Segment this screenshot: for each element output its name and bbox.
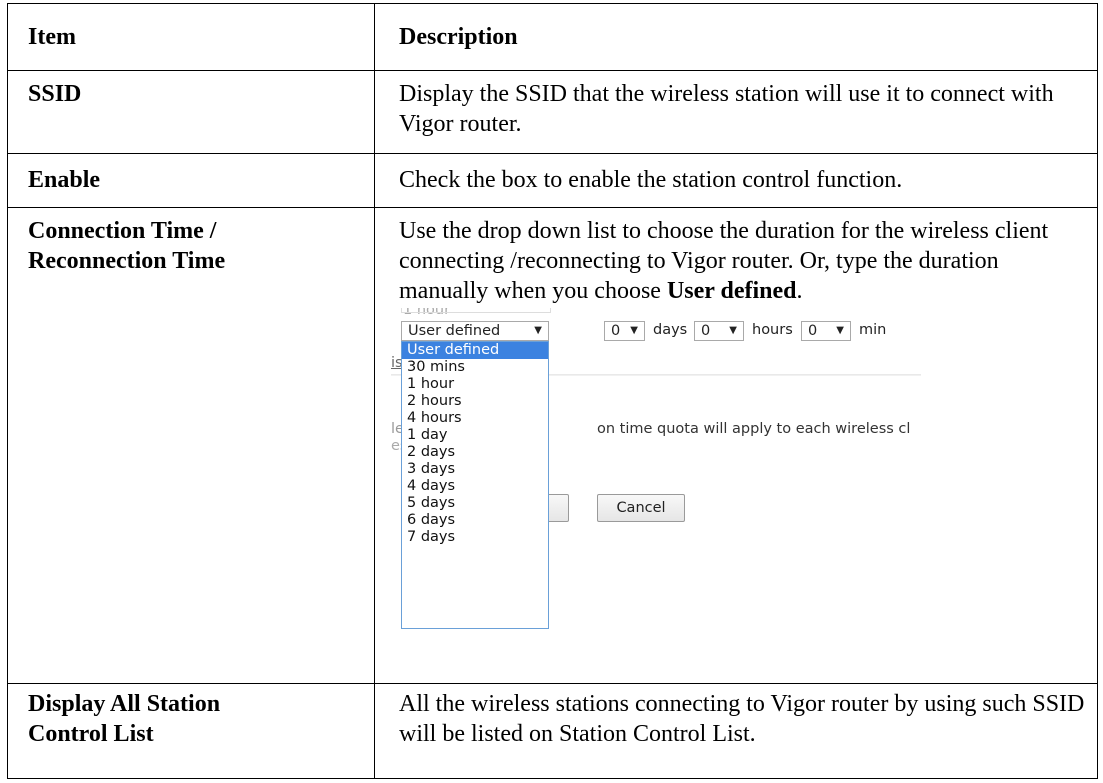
dropdown-arrow-icon: ▼: [729, 325, 737, 336]
header-item: Item: [7, 3, 375, 71]
header-description: Description: [374, 3, 1098, 71]
dropdown-option[interactable]: User defined: [402, 342, 548, 359]
hours-label: hours: [752, 322, 793, 338]
duration-select[interactable]: User defined ▼: [401, 321, 549, 341]
quota-text: on time quota will apply to each wireles…: [597, 421, 911, 437]
table-row: Enable Check the box to enable the stati…: [7, 153, 1098, 208]
table-header-row: Item Description: [7, 3, 1098, 71]
hours-select-value: 0: [701, 323, 711, 339]
dropdown-option[interactable]: 30 mins: [402, 359, 548, 376]
dropdown-option[interactable]: 2 days: [402, 444, 548, 461]
hours-select[interactable]: 0 ▼: [694, 321, 744, 341]
item-connection-time: Connection Time / Reconnection Time: [7, 207, 375, 684]
dropdown-arrow-icon: ▼: [836, 325, 844, 336]
table-row: Connection Time / Reconnection Time Use …: [7, 207, 1098, 684]
min-select-value: 0: [808, 323, 818, 339]
desc-connection-time: Use the drop down list to choose the dur…: [374, 207, 1098, 684]
item-ssid: SSID: [7, 70, 375, 154]
embedded-screenshot: 1 hour User defined ▼ 0 ▼ days 0 ▼ hours: [391, 308, 1081, 680]
desc-enable: Check the box to enable the station cont…: [374, 153, 1098, 208]
table-row: SSID Display the SSID that the wireless …: [7, 70, 1098, 154]
dropdown-option[interactable]: 7 days: [402, 529, 548, 546]
dropdown-option[interactable]: 3 days: [402, 461, 548, 478]
description-table: Item Description SSID Display the SSID t…: [7, 3, 1098, 779]
table-row: Display All Station Control List All the…: [7, 683, 1098, 779]
cancel-button[interactable]: Cancel: [597, 494, 685, 522]
item-connection-line2: Reconnection Time: [28, 248, 226, 274]
days-select[interactable]: 0 ▼: [604, 321, 645, 341]
item-display-line1: Display All Station: [28, 691, 221, 717]
days-label: days: [653, 322, 688, 338]
duration-select-value: User defined: [408, 323, 501, 339]
desc-connection-text: Use the drop down list to choose the dur…: [399, 216, 1091, 306]
item-display-line2: Control List: [28, 721, 154, 747]
dropdown-arrow-icon: ▼: [630, 325, 638, 336]
dropdown-option[interactable]: 4 hours: [402, 410, 548, 427]
dropdown-option[interactable]: 6 days: [402, 512, 548, 529]
desc-ssid: Display the SSID that the wireless stati…: [374, 70, 1098, 154]
desc-connection-bold: User defined: [666, 278, 797, 304]
item-connection-line1: Connection Time /: [28, 218, 217, 244]
min-label: min: [859, 322, 887, 338]
dropdown-arrow-icon: ▼: [534, 325, 542, 336]
duration-dropdown-list[interactable]: User defined 30 mins 1 hour 2 hours 4 hours 1…: [401, 341, 549, 629]
dropdown-option[interactable]: 1 hour: [402, 376, 548, 393]
dropdown-option[interactable]: 1 day: [402, 427, 548, 444]
desc-connection-suffix: .: [796, 278, 803, 304]
days-select-value: 0: [611, 323, 621, 339]
item-enable: Enable: [7, 153, 375, 208]
dropdown-option[interactable]: 5 days: [402, 495, 548, 512]
dropdown-option[interactable]: 2 hours: [402, 393, 548, 410]
faded-select-box: [401, 308, 551, 313]
min-select[interactable]: 0 ▼: [801, 321, 851, 341]
desc-display-all: All the wireless stations connecting to …: [374, 683, 1098, 779]
dropdown-option[interactable]: 4 days: [402, 478, 548, 495]
item-display-all: Display All Station Control List: [7, 683, 375, 779]
